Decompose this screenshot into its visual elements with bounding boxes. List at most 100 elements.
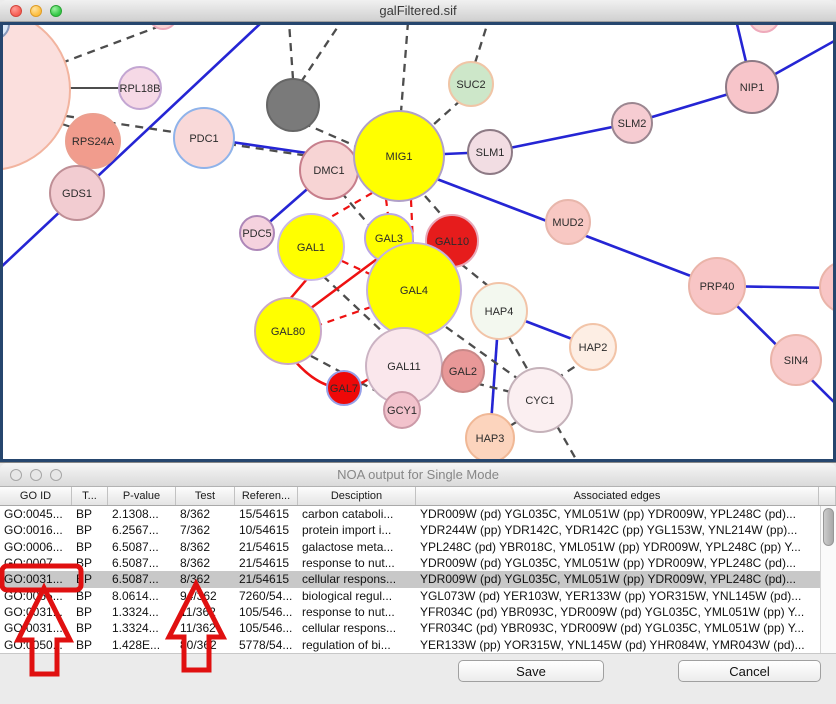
zoom-button-inactive[interactable] (50, 469, 62, 481)
node-gal1[interactable]: GAL1 (278, 214, 344, 280)
network-edge[interactable] (301, 22, 341, 82)
table-row[interactable]: GO:0031...BP1.3324...11/362105/546...cel… (0, 620, 836, 636)
table-cell: 6.2567... (108, 523, 176, 537)
node-pdc1[interactable]: PDC1 (174, 108, 234, 168)
node-unlabeled[interactable] (0, 22, 70, 170)
node-mig1[interactable]: MIG1 (354, 111, 444, 201)
network-edge[interactable] (401, 22, 408, 112)
node-gcy1[interactable]: GCY1 (384, 392, 420, 428)
node-label: SLM2 (618, 118, 647, 130)
table-cell: 11/362 (176, 605, 235, 619)
table-row[interactable]: GO:0031...BP1.3324...11/362105/546...res… (0, 604, 836, 620)
node-label: HAP4 (485, 306, 514, 318)
table-row[interactable]: GO:0016...BP6.2567...7/36210/54615protei… (0, 522, 836, 538)
node-hap4[interactable]: HAP4 (471, 283, 527, 339)
network-canvas[interactable]: RPL18B RPS24AGDS1 PDC1 DMC1 MIG1 SUC2 SLM1 SLM2… (0, 22, 836, 462)
table-row[interactable]: GO:0050...BP1.428E...80/3625778/54...reg… (0, 637, 836, 653)
node-unlabeled[interactable] (749, 22, 779, 32)
table-cell: 6.5087... (108, 556, 176, 570)
node-label: SLM1 (476, 147, 505, 159)
node-nip1[interactable]: NIP1 (726, 61, 778, 113)
table-row-selected[interactable]: GO:0031...BP6.5087...8/36221/54615cellul… (0, 571, 836, 587)
node-rps24a[interactable]: RPS24A (66, 114, 120, 168)
table-cell: YFR034C (pd) YBR093C, YDR009W (pd) YGL03… (416, 621, 819, 635)
minimize-button[interactable] (30, 5, 42, 17)
network-edge[interactable] (289, 22, 293, 79)
table-cell: YDR009W (pd) YGL035C, YML051W (pp) YDR00… (416, 507, 819, 521)
column-header-associated-edges[interactable]: Associated edges (416, 487, 819, 505)
network-edge[interactable] (475, 22, 488, 63)
node-gal2[interactable]: GAL2 (442, 350, 484, 392)
node-suc2[interactable]: SUC2 (449, 62, 493, 106)
minimize-button-inactive[interactable] (30, 469, 42, 481)
close-button-inactive[interactable] (10, 469, 22, 481)
noa-output-window: NOA output for Single Mode GO IDT...P-va… (0, 462, 836, 704)
node-gal4[interactable]: GAL4 (367, 243, 461, 337)
zoom-button[interactable] (50, 5, 62, 17)
column-header-desciption[interactable]: Desciption (298, 487, 416, 505)
table-cell: 6.5087... (108, 540, 176, 554)
node-dmc1[interactable]: DMC1 (300, 141, 358, 199)
table-cell: 2.1308... (108, 507, 176, 521)
table-cell: 11/362 (176, 621, 235, 635)
table-cell: 1.3324... (108, 605, 176, 619)
table-cell: BP (72, 605, 108, 619)
table-row[interactable]: GO:0045...BP2.1308...8/36215/54615carbon… (0, 506, 836, 522)
node-mud2[interactable]: MUD2 (546, 200, 590, 244)
table-cell: YDR009W (pd) YGL035C, YML051W (pp) YDR00… (416, 556, 819, 570)
table-cell: BP (72, 507, 108, 521)
node-label: MIG1 (386, 151, 413, 163)
node-slm1[interactable]: SLM1 (468, 130, 512, 174)
node-hap3[interactable]: HAP3 (466, 414, 514, 462)
node-prp40[interactable]: PRP40 (689, 258, 745, 314)
node-gal80[interactable]: GAL80 (255, 298, 321, 364)
node-pdc5[interactable]: PDC5 (240, 216, 274, 250)
table-cell: BP (72, 523, 108, 537)
node-gal7[interactable]: GAL7 (327, 371, 361, 405)
node-cyc1[interactable]: CYC1 (508, 368, 572, 432)
table-header-row: GO IDT...P-valueTestReferen...Desciption… (0, 487, 836, 506)
table-row[interactable]: GO:0006...BP6.5087...8/36221/54615galact… (0, 539, 836, 555)
table-scrollbar[interactable] (820, 506, 836, 653)
column-header-t[interactable]: T... (72, 487, 108, 505)
network-edge[interactable] (557, 426, 577, 461)
scrollbar-thumb[interactable] (823, 508, 834, 546)
window-title: galFiltered.sif (0, 0, 836, 21)
node-label: SIN4 (784, 355, 808, 367)
table-cell: BP (72, 572, 108, 586)
close-button[interactable] (10, 5, 22, 17)
node-label: GAL2 (449, 366, 477, 378)
column-header-p-value[interactable]: P-value (108, 487, 176, 505)
table-cell: cellular respons... (298, 621, 416, 635)
table-cell: 8/362 (176, 556, 235, 570)
node-gds1[interactable]: GDS1 (50, 166, 104, 220)
node-label: PDC1 (189, 133, 218, 145)
network-edge[interactable] (290, 279, 307, 299)
network-edge[interactable] (509, 337, 529, 372)
column-header-test[interactable]: Test (176, 487, 235, 505)
node-sin4[interactable]: SIN4 (771, 335, 821, 385)
table-cell: 8/362 (176, 572, 235, 586)
column-header-go-id[interactable]: GO ID (0, 487, 72, 505)
table-cell: cellular respons... (298, 572, 416, 586)
table-cell: response to nut... (298, 556, 416, 570)
node-label: CYC1 (525, 395, 554, 407)
table-cell: YDR244W (pp) YDR142C, YDR142C (pp) YGL15… (416, 523, 819, 537)
network-edge[interactable] (319, 307, 371, 325)
network-edge[interactable] (386, 199, 388, 215)
table-cell: YDR009W (pd) YGL035C, YML051W (pp) YDR00… (416, 572, 819, 586)
column-header-referen[interactable]: Referen... (235, 487, 298, 505)
node-unlabeled[interactable] (267, 79, 319, 131)
save-button[interactable]: Save (458, 660, 604, 682)
table-cell: 10/54615 (235, 523, 298, 537)
node-rpl18b[interactable]: RPL18B (119, 67, 161, 109)
node-msi[interactable]: MSI (820, 261, 836, 313)
table-row[interactable]: GO:0065...BP8.0614...94/3627260/54...bio… (0, 588, 836, 604)
node-label: SUC2 (456, 79, 485, 91)
node-hap2[interactable]: HAP2 (570, 324, 616, 370)
table-row[interactable]: GO:0007...BP6.5087...8/36221/54615respon… (0, 555, 836, 571)
cancel-button[interactable]: Cancel (678, 660, 821, 682)
node-label: GAL1 (297, 242, 325, 254)
node-label: GAL7 (330, 383, 358, 395)
node-slm2[interactable]: SLM2 (612, 103, 652, 143)
